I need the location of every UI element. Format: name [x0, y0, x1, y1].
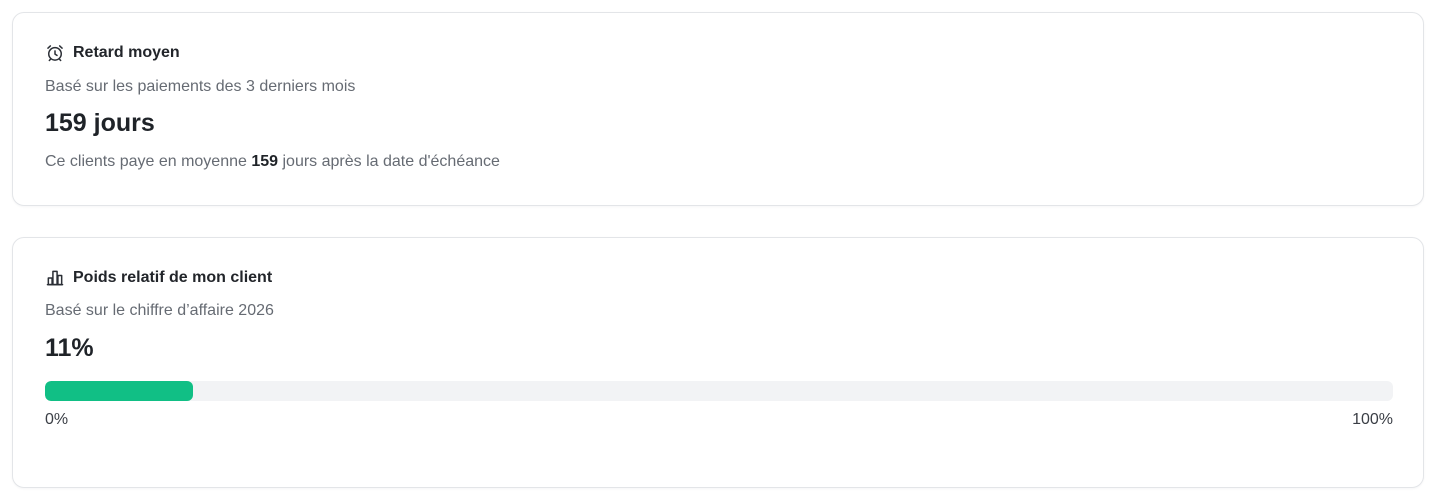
- relative-weight-subtitle: Basé sur le chiffre d’affaire 2026: [45, 302, 274, 319]
- progress-min-label: 0%: [45, 411, 69, 428]
- bar-chart-icon: [45, 268, 65, 288]
- average-delay-header: Retard moyen: [45, 43, 180, 63]
- description-suffix: jours après la date d'échéance: [278, 153, 500, 170]
- relative-weight-title: Poids relatif de mon client: [73, 269, 273, 286]
- relative-weight-progress-track: [45, 381, 1393, 401]
- average-delay-title: Retard moyen: [73, 44, 180, 61]
- relative-weight-value: 11%: [45, 334, 94, 362]
- average-delay-subtitle: Basé sur les paiements des 3 derniers mo…: [45, 78, 356, 95]
- description-prefix: Ce clients paye en moyenne: [45, 153, 252, 170]
- relative-weight-progress-fill: [45, 381, 194, 401]
- description-days: 159: [251, 153, 279, 170]
- relative-weight-header: Poids relatif de mon client: [45, 268, 272, 288]
- relative-weight-card: Poids relatif de mon client Basé sur le …: [12, 237, 1424, 488]
- alarm-clock-icon: [45, 43, 65, 63]
- progress-labels: 0% 100%: [45, 411, 1393, 429]
- average-delay-value: 159 jours: [45, 109, 155, 137]
- progress-max-label: 100%: [1352, 411, 1393, 428]
- average-delay-card: Retard moyen Basé sur les paiements des …: [12, 12, 1424, 206]
- average-delay-description: Ce clients paye en moyenne 159 jours apr…: [45, 153, 500, 171]
